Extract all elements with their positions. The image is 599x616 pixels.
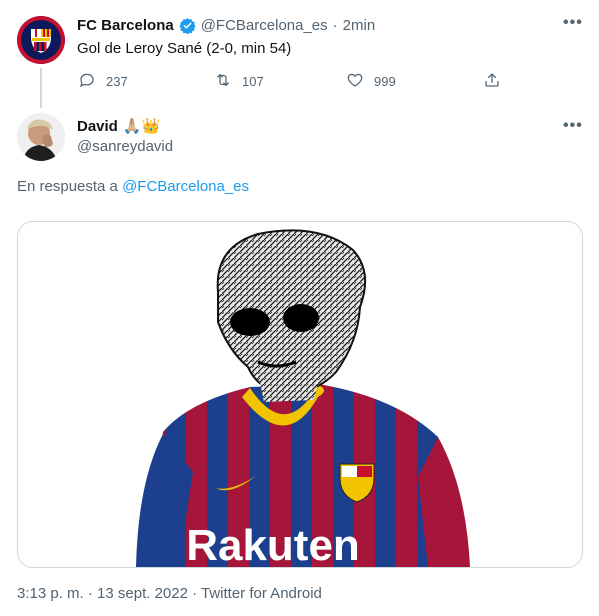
header-separator: · [332, 17, 338, 34]
reply-tweet-header: David 🙏🏼👑 [77, 117, 161, 136]
retweet-icon [214, 71, 232, 92]
reply-handle[interactable]: @sanreydavid [77, 138, 173, 155]
replying-to-prefix: En respuesta a [17, 178, 118, 195]
replying-to-line: En respuesta a @FCBarcelona_es [17, 178, 249, 195]
share-action[interactable] [483, 71, 501, 92]
parent-tweet-text: Gol de Leroy Sané (2-0, min 54) [77, 40, 292, 57]
heart-icon [346, 71, 364, 92]
parent-author-name[interactable]: FC Barcelona [77, 17, 174, 34]
more-options-icon[interactable]: ••• [563, 14, 583, 32]
like-action[interactable]: 999 [346, 71, 396, 92]
parent-handle[interactable]: @FCBarcelona_es [201, 17, 328, 34]
retweet-count: 107 [242, 74, 264, 89]
retweet-action[interactable]: 107 [214, 71, 264, 92]
svg-text:Rakuten: Rakuten [186, 521, 360, 567]
parent-tweet-header: FC Barcelona @FCBarcelona_es · 2min [77, 17, 375, 34]
replying-to-handle-link[interactable]: @FCBarcelona_es [122, 178, 249, 195]
reply-icon [78, 71, 96, 92]
fc-barcelona-avatar[interactable] [17, 16, 65, 64]
tweet-media-image[interactable]: Rakuten [17, 221, 583, 568]
reply-action[interactable]: 237 [78, 71, 128, 92]
name-emojis: 🙏🏼👑 [122, 118, 161, 135]
more-options-icon[interactable]: ••• [563, 117, 583, 135]
thread-connector-line [40, 68, 42, 108]
reply-count: 237 [106, 74, 128, 89]
verified-badge-icon [179, 17, 196, 34]
like-count: 999 [374, 74, 396, 89]
reply-author-name[interactable]: David [77, 118, 118, 135]
parent-time-ago[interactable]: 2min [343, 17, 376, 34]
david-avatar[interactable] [17, 113, 65, 161]
share-icon [483, 71, 501, 92]
tweet-timestamp[interactable]: 3:13 p. m. · 13 sept. 2022 · Twitter for… [17, 585, 322, 602]
